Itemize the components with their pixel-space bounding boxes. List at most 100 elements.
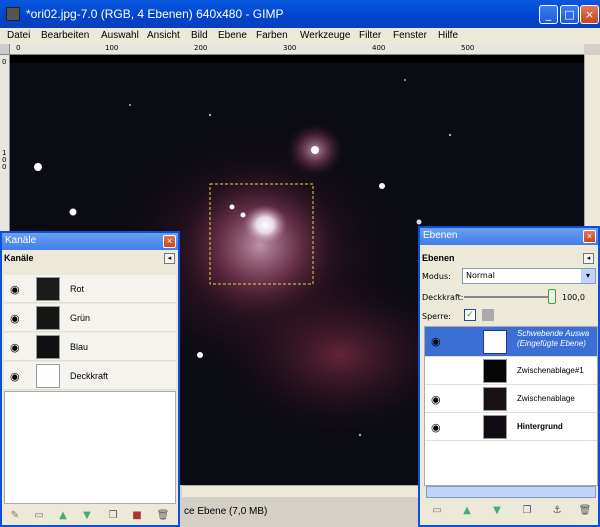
ruler-label: 300 <box>283 44 297 52</box>
eye-icon[interactable]: ◉ <box>431 421 441 434</box>
channel-label: Blau <box>70 342 89 352</box>
channel-row-gruen[interactable]: ◉ Grün <box>4 304 176 332</box>
menu-filter[interactable]: Filter <box>359 30 381 41</box>
opacity-label: Deckkraft: <box>422 293 464 302</box>
opacity-value[interactable]: 100,0 <box>562 293 585 302</box>
layer-row-hintergrund[interactable]: ◉ Hintergrund <box>425 413 597 441</box>
new-channel-icon[interactable]: ▭ <box>32 509 46 523</box>
title-bar: *ori02.jpg-7.0 (RGB, 4 Ebenen) 640x480 -… <box>0 0 600 28</box>
layers-dock-titlebar[interactable]: Ebenen × <box>420 228 598 245</box>
channel-row-rot[interactable]: ◉ Rot <box>4 275 176 303</box>
edit-icon[interactable]: ✎ <box>8 509 22 523</box>
opacity-slider-handle[interactable] <box>548 289 556 304</box>
delete-icon[interactable]: 🗑 <box>578 504 592 518</box>
anchor-icon[interactable]: ⚓ <box>550 504 564 518</box>
layers-dock: Ebenen × Ebenen ◂ Modus: Normal ▾ Deckkr… <box>418 226 600 527</box>
menu-auswahl[interactable]: Auswahl <box>101 30 139 41</box>
layer-thumbnail <box>483 387 507 411</box>
menu-werkzeuge[interactable]: Werkzeuge <box>300 30 350 41</box>
eye-icon[interactable]: ◉ <box>10 370 20 383</box>
menu-bild[interactable]: Bild <box>191 30 208 41</box>
channel-label: Rot <box>70 284 85 294</box>
close-button[interactable]: × <box>580 5 599 24</box>
ruler-label: 0 <box>2 58 7 66</box>
channels-button-bar: ✎ ▭ ▲ ▼ ❐ ■ 🗑 <box>4 507 176 525</box>
lock-alpha-icon[interactable] <box>482 309 494 321</box>
layer-thumbnail <box>483 330 507 354</box>
close-icon[interactable]: × <box>583 230 596 243</box>
menu-bearbeiten[interactable]: Bearbeiten <box>41 30 89 41</box>
eye-icon[interactable]: ◉ <box>431 335 441 348</box>
layer-label: Zwischenablage#1 <box>517 366 584 375</box>
channel-thumbnail <box>36 277 60 301</box>
eye-icon[interactable]: ◉ <box>431 393 441 406</box>
layer-thumbnail <box>483 359 507 383</box>
status-text: ce Ebene (7,0 MB) <box>184 506 268 517</box>
close-icon[interactable]: × <box>163 235 176 248</box>
raise-icon[interactable]: ▲ <box>460 504 474 518</box>
layer-row-zwischenablage[interactable]: ◉ Zwischenablage <box>425 385 597 413</box>
channel-row-deckkraft[interactable]: ◉ Deckkraft <box>4 362 176 390</box>
new-layer-icon[interactable]: ▭ <box>430 504 444 518</box>
layers-button-bar: ▭ ▲ ▼ ❐ ⚓ 🗑 <box>422 502 596 520</box>
channel-to-selection-icon[interactable]: ■ <box>130 509 144 523</box>
minimize-button[interactable]: _ <box>539 5 558 24</box>
ruler-label: 0 <box>16 44 21 52</box>
horizontal-ruler[interactable]: 0 100 200 300 400 500 <box>10 44 584 55</box>
eye-icon[interactable]: ◉ <box>10 341 20 354</box>
window-title: *ori02.jpg-7.0 (RGB, 4 Ebenen) 640x480 -… <box>26 7 284 21</box>
chevron-down-icon[interactable]: ▾ <box>581 269 595 283</box>
menu-bar: Datei Bearbeiten Auswahl Ansicht Bild Eb… <box>0 28 600 44</box>
ruler-label: 500 <box>461 44 475 52</box>
ruler-corner <box>0 44 10 55</box>
menu-farben[interactable]: Farben <box>256 30 288 41</box>
mode-value: Normal <box>466 271 495 280</box>
eye-icon[interactable]: ◉ <box>10 312 20 325</box>
tab-menu-icon[interactable]: ◂ <box>164 253 175 264</box>
channel-row-blau[interactable]: ◉ Blau <box>4 333 176 361</box>
opacity-slider-track[interactable] <box>464 296 554 298</box>
status-bar: ce Ebene (7,0 MB) <box>182 497 420 527</box>
gimp-app-icon <box>6 7 20 21</box>
layers-horizontal-scrollbar[interactable] <box>426 486 596 498</box>
menu-ansicht[interactable]: Ansicht <box>147 30 180 41</box>
layer-row-floating-selection[interactable]: ◉ Schwebende Auswa (Eingefügte Ebene) <box>425 327 597 357</box>
duplicate-icon[interactable]: ❐ <box>106 509 120 523</box>
channel-thumbnail <box>36 306 60 330</box>
mode-label: Modus: <box>422 272 451 281</box>
channel-label: Grün <box>70 313 91 323</box>
eye-icon[interactable]: ◉ <box>10 283 20 296</box>
ruler-label: 200 <box>194 44 208 52</box>
ruler-label: 400 <box>372 44 386 52</box>
menu-ebene[interactable]: Ebene <box>218 30 247 41</box>
channel-thumbnail <box>36 364 60 388</box>
menu-datei[interactable]: Datei <box>7 30 30 41</box>
maximize-button[interactable]: □ <box>560 5 579 24</box>
channel-thumbnail <box>36 335 60 359</box>
layers-dock-title: Ebenen <box>423 230 458 241</box>
delete-icon[interactable]: 🗑 <box>156 509 170 523</box>
channels-dock-title: Kanäle <box>5 235 37 246</box>
layers-tab-heading: Ebenen <box>422 253 455 263</box>
channels-list-empty-area <box>4 391 176 504</box>
layer-label: Hintergrund <box>517 422 563 431</box>
layer-row-zwischenablage-1[interactable]: Zwischenablage#1 <box>425 357 597 385</box>
lower-icon[interactable]: ▼ <box>80 509 94 523</box>
duplicate-icon[interactable]: ❐ <box>520 504 534 518</box>
menu-hilfe[interactable]: Hilfe <box>438 30 458 41</box>
layer-label: Zwischenablage <box>517 394 575 403</box>
raise-icon[interactable]: ▲ <box>56 509 70 523</box>
layer-thumbnail <box>483 415 507 439</box>
lock-label: Sperre: <box>422 312 451 321</box>
tab-menu-icon[interactable]: ◂ <box>583 253 594 264</box>
ruler-label: 100 <box>105 44 119 52</box>
menu-fenster[interactable]: Fenster <box>393 30 427 41</box>
lock-checkbox[interactable]: ✓ <box>464 309 476 321</box>
channels-dock-titlebar[interactable]: Kanäle × <box>2 233 178 250</box>
channels-tab-heading: Kanäle <box>4 253 34 263</box>
horizontal-scrollbar[interactable] <box>182 485 420 497</box>
mode-select[interactable]: Normal ▾ <box>462 268 596 284</box>
layer-label: Schwebende Auswa (Eingefügte Ebene) <box>517 329 590 348</box>
lower-icon[interactable]: ▼ <box>490 504 504 518</box>
channels-dock: Kanäle × Kanäle ◂ ◉ Rot ◉ Grün ◉ Blau ◉ … <box>0 231 180 527</box>
